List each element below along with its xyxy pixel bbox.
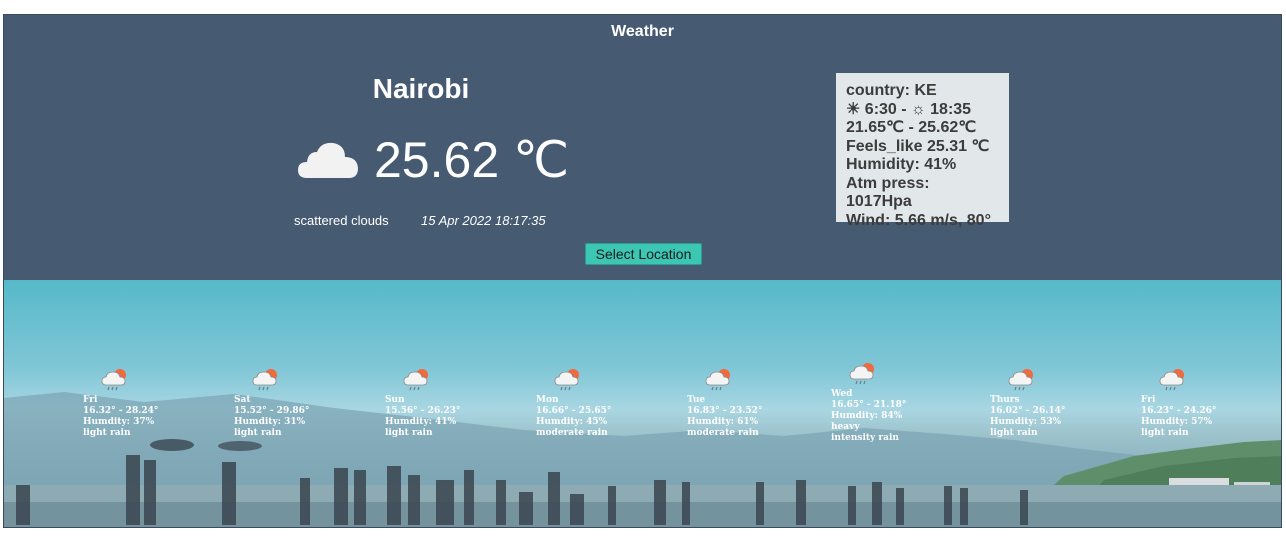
- forecast-humidity: Humdity: 84%: [831, 411, 903, 421]
- forecast-text: Mon 16.66° - 25.65° Humdity: 45% moderat…: [536, 395, 611, 439]
- forecast-day-name: Sat: [234, 395, 251, 405]
- forecast-description: light rain: [385, 428, 433, 438]
- background-landscape-image: [4, 392, 1281, 527]
- detail-sunrise-sunset: ☀ 6:30 - ☼ 18:35: [846, 100, 972, 118]
- weather-description: scattered clouds: [294, 213, 389, 228]
- forecast-temp-range: 16.66° - 25.65°: [536, 406, 612, 416]
- forecast-description: heavy intensity rain: [831, 422, 899, 443]
- rain-sun-icon: [403, 369, 428, 391]
- forecast-day-name: Thurs: [990, 395, 1020, 405]
- forecast-temp-range: 16.23° - 24.26°: [1141, 406, 1217, 416]
- weather-details-box: country: KE ☀ 6:30 - ☼ 18:35 21.65℃ - 25…: [836, 73, 1009, 229]
- rain-sun-icon: [101, 369, 126, 391]
- forecast-description: moderate rain: [536, 428, 608, 438]
- forecast-humidity: Humdity: 57%: [1141, 417, 1213, 427]
- rain-sun-icon: [705, 369, 730, 391]
- forecast-day-name: Fri: [83, 395, 98, 405]
- forecast-description: light rain: [990, 428, 1038, 438]
- rain-sun-icon: [1159, 369, 1184, 391]
- forecast-day-name: Tue: [687, 395, 706, 405]
- forecast-text: Wed 16.65° - 21.18° Humdity: 84% heavy i…: [831, 389, 911, 444]
- detail-country: country: KE: [846, 82, 937, 99]
- rain-sun-icon: [554, 369, 579, 391]
- forecast-text: Tue 16.83° - 23.52° Humdity: 61% moderat…: [687, 395, 762, 439]
- forecast-text: Sun 15.56° - 26.23° Humdity: 41% light r…: [385, 395, 460, 439]
- forecast-text: Fri 16.32° - 28.24° Humdity: 37% light r…: [83, 395, 158, 439]
- forecast-day-name: Sun: [385, 395, 405, 405]
- select-location-button[interactable]: Select Location: [585, 243, 702, 265]
- forecast-humidity: Humdity: 31%: [234, 417, 306, 427]
- forecast-humidity: Humdity: 61%: [687, 417, 759, 427]
- detail-temp-range: 21.65℃ - 25.62℃: [846, 119, 977, 136]
- forecast-temp-range: 16.83° - 23.52°: [687, 406, 763, 416]
- rain-sun-icon: [849, 363, 874, 385]
- forecast-description: moderate rain: [687, 428, 759, 438]
- current-datetime: 15 Apr 2022 18:17:35: [421, 213, 546, 228]
- rain-sun-icon: [1008, 369, 1033, 391]
- detail-wind: Wind: 5.66 m/s, 80°: [846, 211, 991, 229]
- weather-app: Weather Nairobi 25.62 ℃ scattered clouds…: [3, 14, 1282, 528]
- forecast-humidity: Humdity: 45%: [536, 417, 608, 427]
- forecast-description: light rain: [83, 428, 131, 438]
- forecast-description: light rain: [1141, 428, 1189, 438]
- forecast-panel: Fri 16.32° - 28.24° Humdity: 37% light r…: [4, 280, 1281, 527]
- forecast-text: Sat 15.52° - 29.86° Humdity: 31% light r…: [234, 395, 309, 439]
- forecast-text: Fri 16.23° - 24.26° Humdity: 57% light r…: [1141, 395, 1216, 439]
- forecast-humidity: Humdity: 37%: [83, 417, 155, 427]
- forecast-day-name: Mon: [536, 395, 559, 405]
- forecast-temp-range: 16.32° - 28.24°: [83, 406, 159, 416]
- forecast-temp-range: 16.65° - 21.18°: [831, 400, 907, 410]
- rain-sun-icon: [252, 369, 277, 391]
- detail-pressure: Atm press: 1017Hpa: [846, 174, 930, 211]
- forecast-text: Thurs 16.02° - 26.14° Humdity: 53% light…: [990, 395, 1065, 439]
- forecast-humidity: Humdity: 41%: [385, 417, 457, 427]
- forecast-description: light rain: [234, 428, 282, 438]
- app-title: Weather: [611, 23, 674, 40]
- forecast-temp-range: 15.52° - 29.86°: [234, 406, 310, 416]
- detail-feels-like: Feels_like 25.31 ℃: [846, 137, 990, 155]
- current-temperature: 25.62 ℃: [374, 132, 570, 188]
- current-weather-panel: Weather Nairobi 25.62 ℃ scattered clouds…: [4, 15, 1281, 280]
- forecast-temp-range: 15.56° - 26.23°: [385, 406, 461, 416]
- city-name: Nairobi: [372, 73, 470, 104]
- forecast-temp-range: 16.02° - 26.14°: [990, 406, 1066, 416]
- cloud-icon: [298, 142, 358, 178]
- forecast-humidity: Humdity: 53%: [990, 417, 1062, 427]
- detail-humidity: Humidity: 41%: [846, 156, 957, 173]
- forecast-day-name: Wed: [831, 389, 853, 399]
- forecast-day-name: Fri: [1141, 395, 1156, 405]
